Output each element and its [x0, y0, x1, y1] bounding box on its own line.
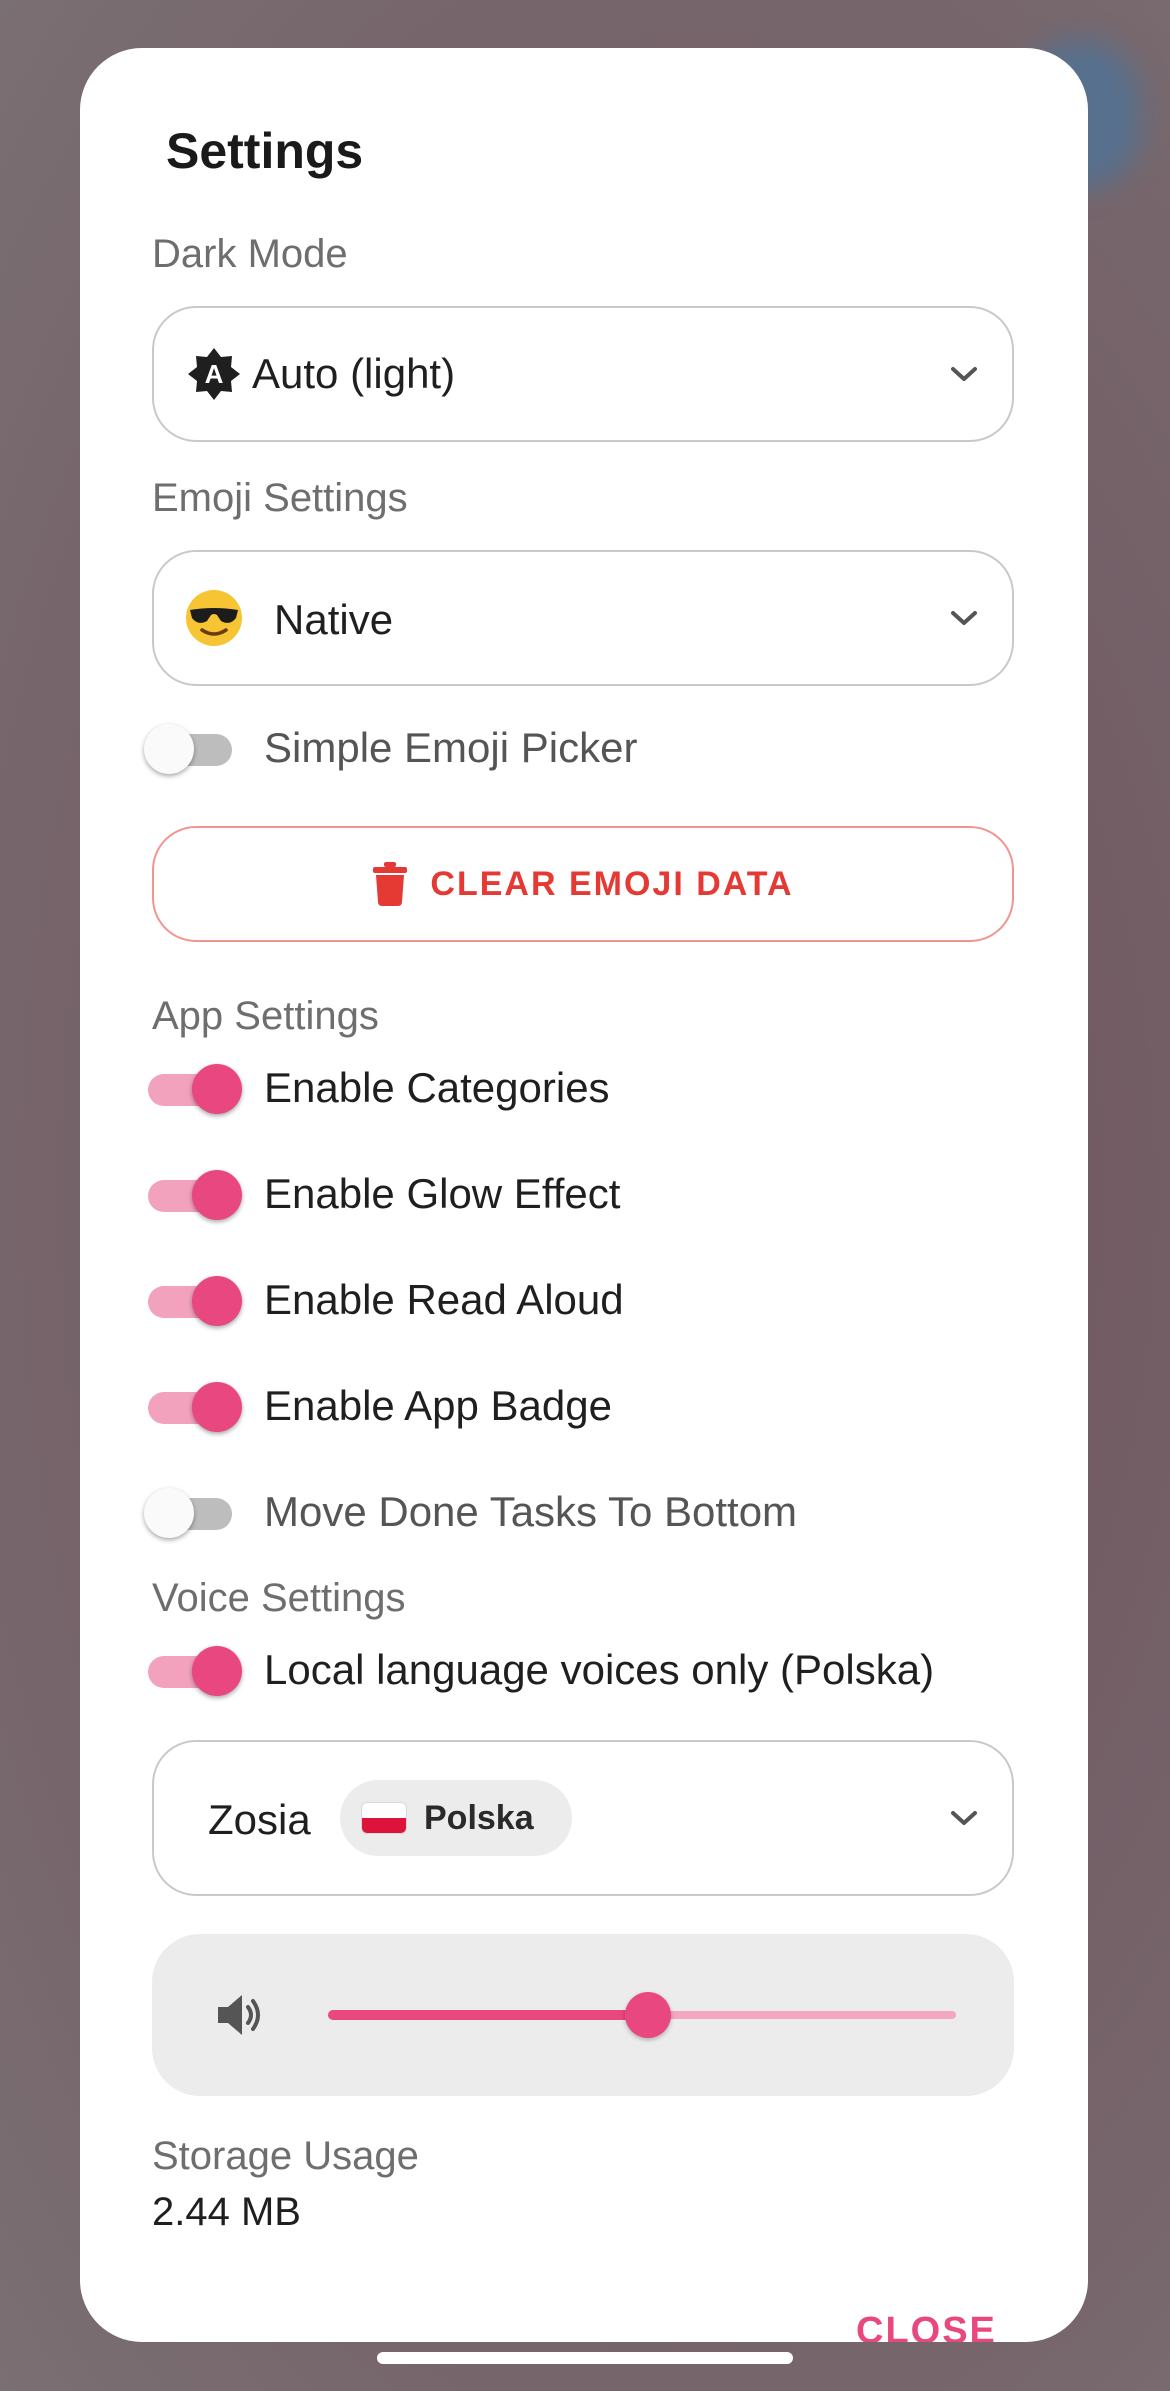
dark-mode-select[interactable]: A Auto (light) — [152, 306, 1014, 442]
storage-usage-label: Storage Usage — [152, 2134, 419, 2178]
dark-mode-value: Auto (light) — [252, 350, 456, 397]
language-chip: Polska — [340, 1780, 572, 1856]
speaker-icon — [218, 1995, 260, 2035]
toggle-thumb — [192, 1646, 242, 1696]
toggle-thumb — [192, 1276, 242, 1326]
enable-read-aloud-label: Enable Read Aloud — [264, 1276, 624, 1323]
enable-glow-effect-label: Enable Glow Effect — [264, 1170, 621, 1217]
chevron-down-icon — [942, 596, 986, 640]
toggle-thumb — [192, 1064, 242, 1114]
simple-emoji-picker-label: Simple Emoji Picker — [264, 724, 638, 771]
home-indicator — [377, 2352, 793, 2364]
dialog-title: Settings — [166, 123, 364, 179]
settings-dialog: Settings Dark Mode A Auto (light) Emoji … — [80, 48, 1088, 2342]
enable-categories-label: Enable Categories — [264, 1064, 610, 1111]
volume-panel — [152, 1934, 1014, 2096]
sunglasses-face-icon — [186, 590, 242, 646]
chevron-down-icon — [942, 352, 986, 396]
app-settings-label: App Settings — [152, 994, 379, 1038]
storage-usage-value: 2.44 MB — [152, 2190, 301, 2234]
emoji-settings-label: Emoji Settings — [152, 476, 408, 520]
voice-select[interactable]: Zosia Polska — [152, 1740, 1014, 1896]
language-chip-label: Polska — [424, 1798, 534, 1837]
enable-app-badge-label: Enable App Badge — [264, 1382, 612, 1429]
voice-settings-label: Voice Settings — [152, 1576, 406, 1620]
poland-flag-icon — [362, 1803, 406, 1833]
voice-name: Zosia — [208, 1796, 311, 1843]
clear-emoji-data-label: CLEAR EMOJI DATA — [430, 864, 794, 903]
close-button[interactable]: CLOSE — [856, 2310, 997, 2342]
volume-slider-thumb[interactable] — [625, 1992, 672, 2038]
local-voices-only-label: Local language voices only (Polska) — [264, 1646, 935, 1693]
toggle-thumb — [144, 1488, 194, 1538]
volume-slider-fill — [328, 2010, 649, 2020]
toggle-thumb — [192, 1382, 242, 1432]
dark-mode-label: Dark Mode — [152, 232, 348, 276]
chevron-down-icon — [942, 1796, 986, 1840]
auto-brightness-letter: A — [205, 359, 224, 389]
trash-icon — [373, 862, 408, 906]
emoji-style-select[interactable]: Native — [152, 550, 1014, 686]
clear-emoji-data-button[interactable]: CLEAR EMOJI DATA — [152, 826, 1014, 942]
toggle-thumb — [144, 724, 194, 774]
toggle-thumb — [192, 1170, 242, 1220]
move-done-tasks-label: Move Done Tasks To Bottom — [264, 1488, 798, 1535]
emoji-style-value: Native — [274, 596, 394, 643]
auto-brightness-icon: A — [188, 348, 240, 400]
